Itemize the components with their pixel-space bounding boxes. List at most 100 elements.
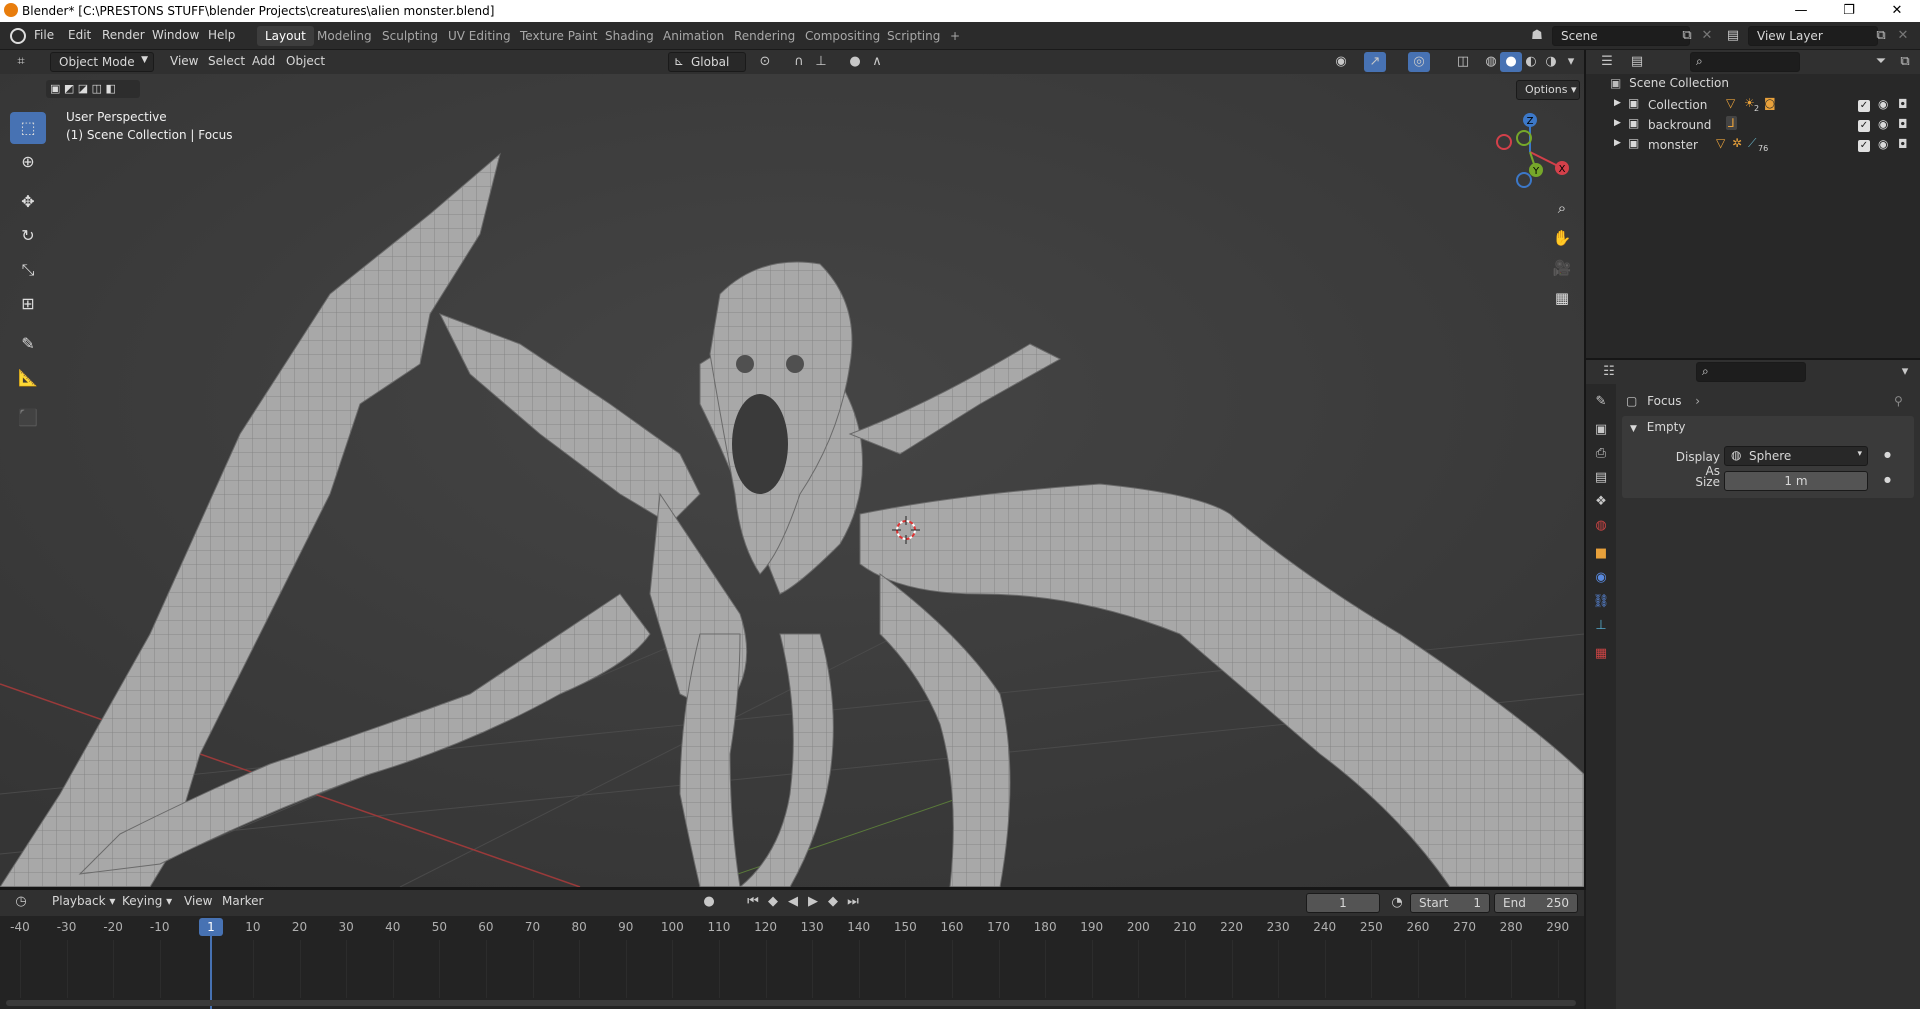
frame-ruler[interactable]: -40 -30 -20 -10 10 20 30 40 50 60 70 80 90 100 110 120 1…: [0, 890, 1584, 1009]
outliner-item-monster[interactable]: ▶ ▣ monster ▽ ✲ ⟋ 76 ✓ ◉ ◘: [1586, 136, 1920, 156]
snap-icon[interactable]: ∩: [788, 52, 810, 72]
new-view-layer-icon[interactable]: ⧉: [1870, 26, 1892, 46]
tab-texture-paint[interactable]: Texture Paint: [512, 26, 605, 46]
delete-scene-icon[interactable]: ✕: [1696, 26, 1718, 46]
display-as-dropdown[interactable]: ◍ Sphere ▾: [1724, 446, 1868, 466]
cursor-tool-icon[interactable]: ⊕: [10, 146, 46, 178]
view-layer-field[interactable]: View Layer: [1748, 26, 1878, 46]
world-tab-icon[interactable]: ◍: [1590, 516, 1612, 536]
tab-scripting[interactable]: Scripting: [879, 26, 948, 46]
viewport-canvas[interactable]: [0, 74, 1584, 887]
filter-icon[interactable]: ⏷: [1870, 52, 1892, 72]
wireframe-shading-icon[interactable]: ◍: [1480, 52, 1502, 72]
menu-view[interactable]: View: [164, 52, 204, 72]
tool-tab-icon[interactable]: ✎: [1590, 392, 1612, 412]
scene-name-field[interactable]: Scene: [1552, 26, 1690, 46]
outliner-scene-collection[interactable]: ▣ Scene Collection: [1586, 76, 1920, 96]
navigation-gizmo[interactable]: Z X Y: [1490, 110, 1570, 190]
menu-window[interactable]: Window: [152, 28, 199, 42]
snap-target-icon[interactable]: ⊥: [810, 52, 832, 72]
solid-shading-icon[interactable]: ●: [1500, 52, 1522, 72]
timeline-scrollbar[interactable]: [6, 1000, 1576, 1006]
add-workspace-button[interactable]: +: [942, 26, 968, 46]
scene-tab-icon[interactable]: ❖: [1590, 492, 1612, 512]
xray-toggle-icon[interactable]: ◫: [1452, 52, 1474, 72]
outliner-item-backround[interactable]: ▶ ▣ backround ⅃ ✓ ◉ ◘: [1586, 116, 1920, 136]
expand-arrow-icon[interactable]: ▶: [1614, 98, 1621, 108]
menu-add[interactable]: Add: [246, 52, 281, 72]
output-tab-icon[interactable]: ⎙: [1590, 444, 1612, 464]
add-cube-tool-icon[interactable]: ⬛: [10, 402, 46, 434]
maximize-button[interactable]: ❐: [1826, 0, 1872, 22]
tab-layout[interactable]: Layout: [257, 26, 314, 46]
gizmo-toggle-icon[interactable]: ↗: [1364, 52, 1386, 72]
material-shading-icon[interactable]: ◐: [1520, 52, 1542, 72]
pin-icon[interactable]: ⚲: [1894, 394, 1903, 408]
view-layer-browse-icon[interactable]: ▤: [1722, 26, 1744, 46]
menu-object[interactable]: Object: [280, 52, 331, 72]
keyframe-dot-icon[interactable]: ●: [1884, 475, 1891, 484]
menu-render[interactable]: Render: [102, 28, 145, 42]
outliner-item-collection[interactable]: ▶ ▣ Collection ▽ ☀ 2 ◙ ✓ ◉ ◘: [1586, 96, 1920, 116]
display-mode-icon[interactable]: ▤: [1626, 52, 1648, 72]
menu-select[interactable]: Select: [202, 52, 251, 72]
outliner-search-input[interactable]: ⌕: [1690, 52, 1800, 72]
physics-tab-icon[interactable]: ◉: [1590, 568, 1612, 588]
overlays-toggle-icon[interactable]: ◎: [1408, 52, 1430, 72]
transform-tool-icon[interactable]: ⊞: [10, 288, 46, 320]
object-mode-dropdown[interactable]: Object Mode ▼: [50, 52, 154, 72]
minimize-button[interactable]: —: [1778, 0, 1824, 22]
eye-icon[interactable]: ◉: [1878, 97, 1888, 111]
eye-icon[interactable]: ◉: [1878, 137, 1888, 151]
tab-rendering[interactable]: Rendering: [726, 26, 803, 46]
chevron-down-icon[interactable]: ▾: [1894, 362, 1916, 382]
constraints-tab-icon[interactable]: ⛓: [1590, 592, 1612, 612]
select-mode-icons[interactable]: ▣ ◩ ◪ ◫ ◧: [46, 80, 140, 98]
measure-tool-icon[interactable]: 📐: [10, 362, 46, 394]
ortho-grid-icon[interactable]: ▦: [1548, 284, 1576, 312]
properties-search-input[interactable]: ⌕: [1696, 362, 1806, 382]
render-camera-icon[interactable]: ◘: [1898, 97, 1908, 111]
new-collection-icon[interactable]: ⧉: [1894, 52, 1916, 72]
expand-arrow-icon[interactable]: ▶: [1614, 118, 1621, 128]
transform-orientation-dropdown[interactable]: ⊾ Global: [668, 52, 746, 72]
tab-sculpting[interactable]: Sculpting: [374, 26, 446, 46]
exclude-checkbox[interactable]: ✓: [1858, 100, 1870, 112]
3d-viewport[interactable]: ⬚ ⊕ ✥ ↻ ⤡ ⊞ ✎ 📐 ⬛ ▣ ◩ ◪ ◫ ◧ User Perspec…: [0, 74, 1584, 887]
select-box-tool-icon[interactable]: ⬚: [10, 112, 46, 144]
tab-uv-editing[interactable]: UV Editing: [440, 26, 519, 46]
menu-file[interactable]: File: [34, 28, 54, 42]
playhead-frame-label[interactable]: 1: [199, 918, 223, 936]
menu-edit[interactable]: Edit: [68, 28, 91, 42]
pivot-point-icon[interactable]: ⊙: [754, 52, 776, 72]
falloff-icon[interactable]: ∧: [866, 52, 888, 72]
properties-editor-icon[interactable]: ☷: [1598, 362, 1620, 382]
shading-options-icon[interactable]: ▾: [1560, 52, 1582, 72]
rendered-shading-icon[interactable]: ◑: [1540, 52, 1562, 72]
visibility-icon[interactable]: ◉: [1330, 52, 1352, 72]
tab-shading[interactable]: Shading: [597, 26, 662, 46]
view-layer-tab-icon[interactable]: ▤: [1590, 468, 1612, 488]
new-scene-icon[interactable]: ⧉: [1676, 26, 1698, 46]
rotate-tool-icon[interactable]: ↻: [10, 220, 46, 252]
empty-panel-header[interactable]: ▼ Empty: [1622, 416, 1914, 440]
exclude-checkbox[interactable]: ✓: [1858, 140, 1870, 152]
pan-hand-icon[interactable]: ✋: [1548, 224, 1576, 252]
scene-browse-icon[interactable]: ☗: [1526, 26, 1548, 46]
texture-tab-icon[interactable]: ▦: [1590, 644, 1612, 664]
camera-view-icon[interactable]: 🎥: [1548, 254, 1576, 282]
object-tab-icon[interactable]: ■: [1590, 544, 1612, 564]
annotate-tool-icon[interactable]: ✎: [10, 328, 46, 360]
menu-help[interactable]: Help: [208, 28, 235, 42]
exclude-checkbox[interactable]: ✓: [1858, 120, 1870, 132]
scale-tool-icon[interactable]: ⤡: [10, 254, 46, 286]
move-tool-icon[interactable]: ✥: [10, 186, 46, 218]
zoom-icon[interactable]: ⌕: [1548, 194, 1576, 222]
proportional-edit-icon[interactable]: ●: [844, 52, 866, 72]
size-field[interactable]: 1 m: [1724, 471, 1868, 491]
blender-menu-icon[interactable]: [10, 28, 26, 44]
eye-icon[interactable]: ◉: [1878, 117, 1888, 131]
render-tab-icon[interactable]: ▣: [1590, 420, 1612, 440]
render-camera-icon[interactable]: ◘: [1898, 117, 1908, 131]
keyframe-dot-icon[interactable]: ●: [1884, 450, 1891, 459]
